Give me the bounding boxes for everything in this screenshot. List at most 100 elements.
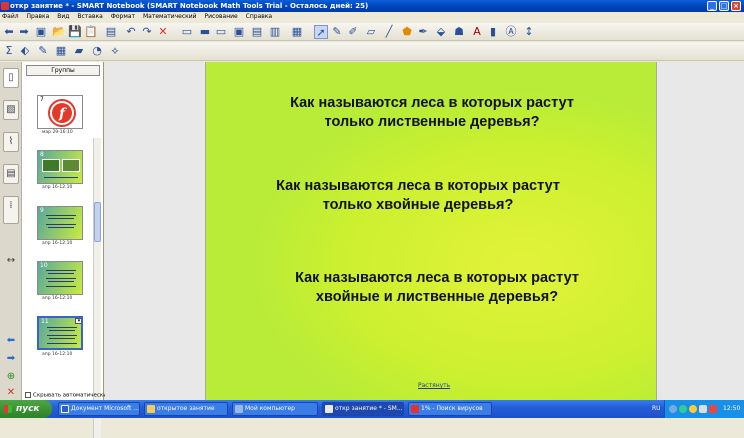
side-tab-strip: ▯ ▨ ⌇ ▤ ⁞ ↔ ⬅ ➡ ⊕ ✕ [0,62,22,400]
compass-icon[interactable]: ⟡ [108,44,122,58]
eraser-icon[interactable]: ▱ [364,25,378,39]
close-button[interactable]: × [731,1,741,11]
line-icon[interactable]: ╱ [382,25,396,39]
move-right-arrow-icon[interactable]: ➡ [3,350,19,370]
toolbar-move-icon[interactable]: ↕ [522,25,536,39]
forest-photo-icon [62,159,80,172]
flash-logo-icon: f [48,99,76,127]
back-arrow-icon[interactable]: ⬅ [2,25,16,39]
move-left-arrow-icon[interactable]: ⬅ [3,332,19,352]
autohide-option[interactable]: Скрывать автоматически [25,392,107,399]
menu-view[interactable]: Вид [57,13,69,20]
update-icon[interactable] [689,405,697,413]
start-label: пуск [16,404,40,414]
question-2-line-1: Как называются леса в которых растут [276,178,560,194]
page-thumbnail-9[interactable]: 9 [37,206,83,240]
document-camera-icon[interactable]: ▤ [250,25,264,39]
page-sorter-tab-icon[interactable]: ▯ [3,68,19,88]
open-icon[interactable]: 📂 [52,25,66,39]
app-icon [1,2,9,10]
full-screen-icon[interactable]: ▬ [198,25,212,39]
paste-icon[interactable]: 📋 [84,25,98,39]
sigma-icon[interactable]: Σ [2,44,16,58]
handwriting-icon[interactable]: ✎ [36,44,50,58]
question-3-line-2: хвойные и лиственные деревья? [315,289,559,305]
antivirus-tray-icon[interactable] [709,405,717,413]
sidebar-grip-icon[interactable]: ⁞ [3,196,19,224]
title-bar: откр занятие * - SMART Notebook (SMART N… [0,0,744,12]
gallery-tab-icon[interactable]: ▨ [3,100,19,120]
save-icon[interactable]: 💾 [68,25,82,39]
menu-insert[interactable]: Вставка [77,13,102,20]
thumbnail-menu-chevron-icon[interactable]: ▾ [75,318,81,324]
menu-edit[interactable]: Правка [27,13,50,20]
page-thumbnail-11[interactable]: 11 ▾ [37,316,83,350]
page-thumbnail-10[interactable]: 10 [37,261,83,295]
forward-arrow-icon[interactable]: ➡ [17,25,31,39]
redo-icon[interactable]: ↷ [140,25,154,39]
page-thumbnail-8[interactable]: 8 [37,150,83,184]
select-pointer-icon[interactable]: ➚ [314,25,328,39]
monitor-icon[interactable]: ▭ [214,25,228,39]
security-icon[interactable] [679,405,687,413]
volume-icon[interactable] [699,405,707,413]
question-3[interactable]: Как называются леса в которых растут хво… [211,269,663,307]
magic-pen-icon[interactable]: ✒ [416,25,430,39]
protractor-icon[interactable]: ◔ [90,44,104,58]
menu-format[interactable]: Формат [111,13,135,20]
resize-arrows-icon[interactable]: ↔ [3,252,19,272]
slide-canvas[interactable]: Как называются леса в которых растут тол… [205,62,657,400]
task-folder[interactable]: открытое занятие [144,402,228,416]
properties-icon[interactable]: ☗ [452,25,466,39]
properties-tab-icon[interactable]: ▤ [3,164,19,184]
start-button[interactable]: пуск [0,400,52,418]
delete-icon[interactable]: ✕ [156,25,170,39]
antivirus-icon [411,405,419,413]
sorter-scroll-thumb[interactable] [94,202,101,242]
language-indicator[interactable]: RU [652,400,661,418]
copy-icon[interactable]: ▤ [104,25,118,39]
fill-icon[interactable]: ⬙ [434,25,448,39]
video-icon[interactable]: ▥ [268,25,282,39]
network-icon[interactable] [669,405,677,413]
task-word-document[interactable]: Документ Microsoft ... [58,402,140,416]
creative-pen-icon[interactable]: ✐ [346,25,360,39]
question-2[interactable]: Как называются леса в которых растут тол… [192,177,644,215]
capture-icon[interactable]: ▣ [232,25,246,39]
window-title: откр занятие * - SMART Notebook (SMART N… [10,2,369,10]
question-1-line-1: Как называются леса в которых растут [290,95,574,111]
stretch-link[interactable]: Растянуть [418,382,450,389]
undo-icon[interactable]: ↶ [124,25,138,39]
menu-draw[interactable]: Рисование [205,13,238,20]
font-size-icon[interactable]: Ⓐ [504,25,518,39]
groups-button[interactable]: Группы [26,65,100,76]
table-icon[interactable]: ▦ [290,25,304,39]
clock[interactable]: 12:50 [723,400,740,418]
autohide-checkbox[interactable] [25,392,31,398]
page-thumbnail-7[interactable]: 7 f [37,95,83,129]
menu-help[interactable]: Справка [246,13,272,20]
forest-photo-icon [42,159,60,172]
text-icon[interactable]: A [470,25,484,39]
task-smart-notebook[interactable]: откр занятие * - SM... [322,402,404,416]
task-my-computer[interactable]: Мой компьютер [232,402,318,416]
thumbnail-date: мар 29-16:10 [42,130,73,135]
minimize-button[interactable]: _ [707,1,717,11]
shapes-icon[interactable]: ⬟ [400,25,414,39]
shape-recognition-icon[interactable]: ⬖ [18,44,32,58]
task-virus-scan[interactable]: 1% - Поиск вирусов [408,402,492,416]
maximize-button[interactable]: □ [719,1,729,11]
question-1[interactable]: Как называются леса в которых растут тол… [206,94,658,132]
ruler-icon[interactable]: ▰ [72,44,86,58]
screen-shade-icon[interactable]: ▭ [180,25,194,39]
grid-icon[interactable]: ▦ [54,44,68,58]
menu-file[interactable]: Файл [2,13,19,20]
math-toolbar: Σ ⬖ ✎ ▦ ▰ ◔ ⟡ [0,42,744,61]
pen-icon[interactable]: ✎ [330,25,344,39]
attachments-tab-icon[interactable]: ⌇ [3,132,19,152]
main-toolbar: ⬅ ➡ ▣ 📂 💾 📋 ▤ ↶ ↷ ✕ ▭ ▬ ▭ ▣ ▤ ▥ ▦ ➚ ✎ ✐ … [0,23,744,41]
add-page-icon[interactable]: ▣ [34,25,48,39]
font-color-icon[interactable]: ▮ [486,25,500,39]
menu-math[interactable]: Математический [143,13,197,20]
page-sorter: Группы 7 f мар 29-16:10 8 апр 16-12:10 9… [22,62,107,438]
